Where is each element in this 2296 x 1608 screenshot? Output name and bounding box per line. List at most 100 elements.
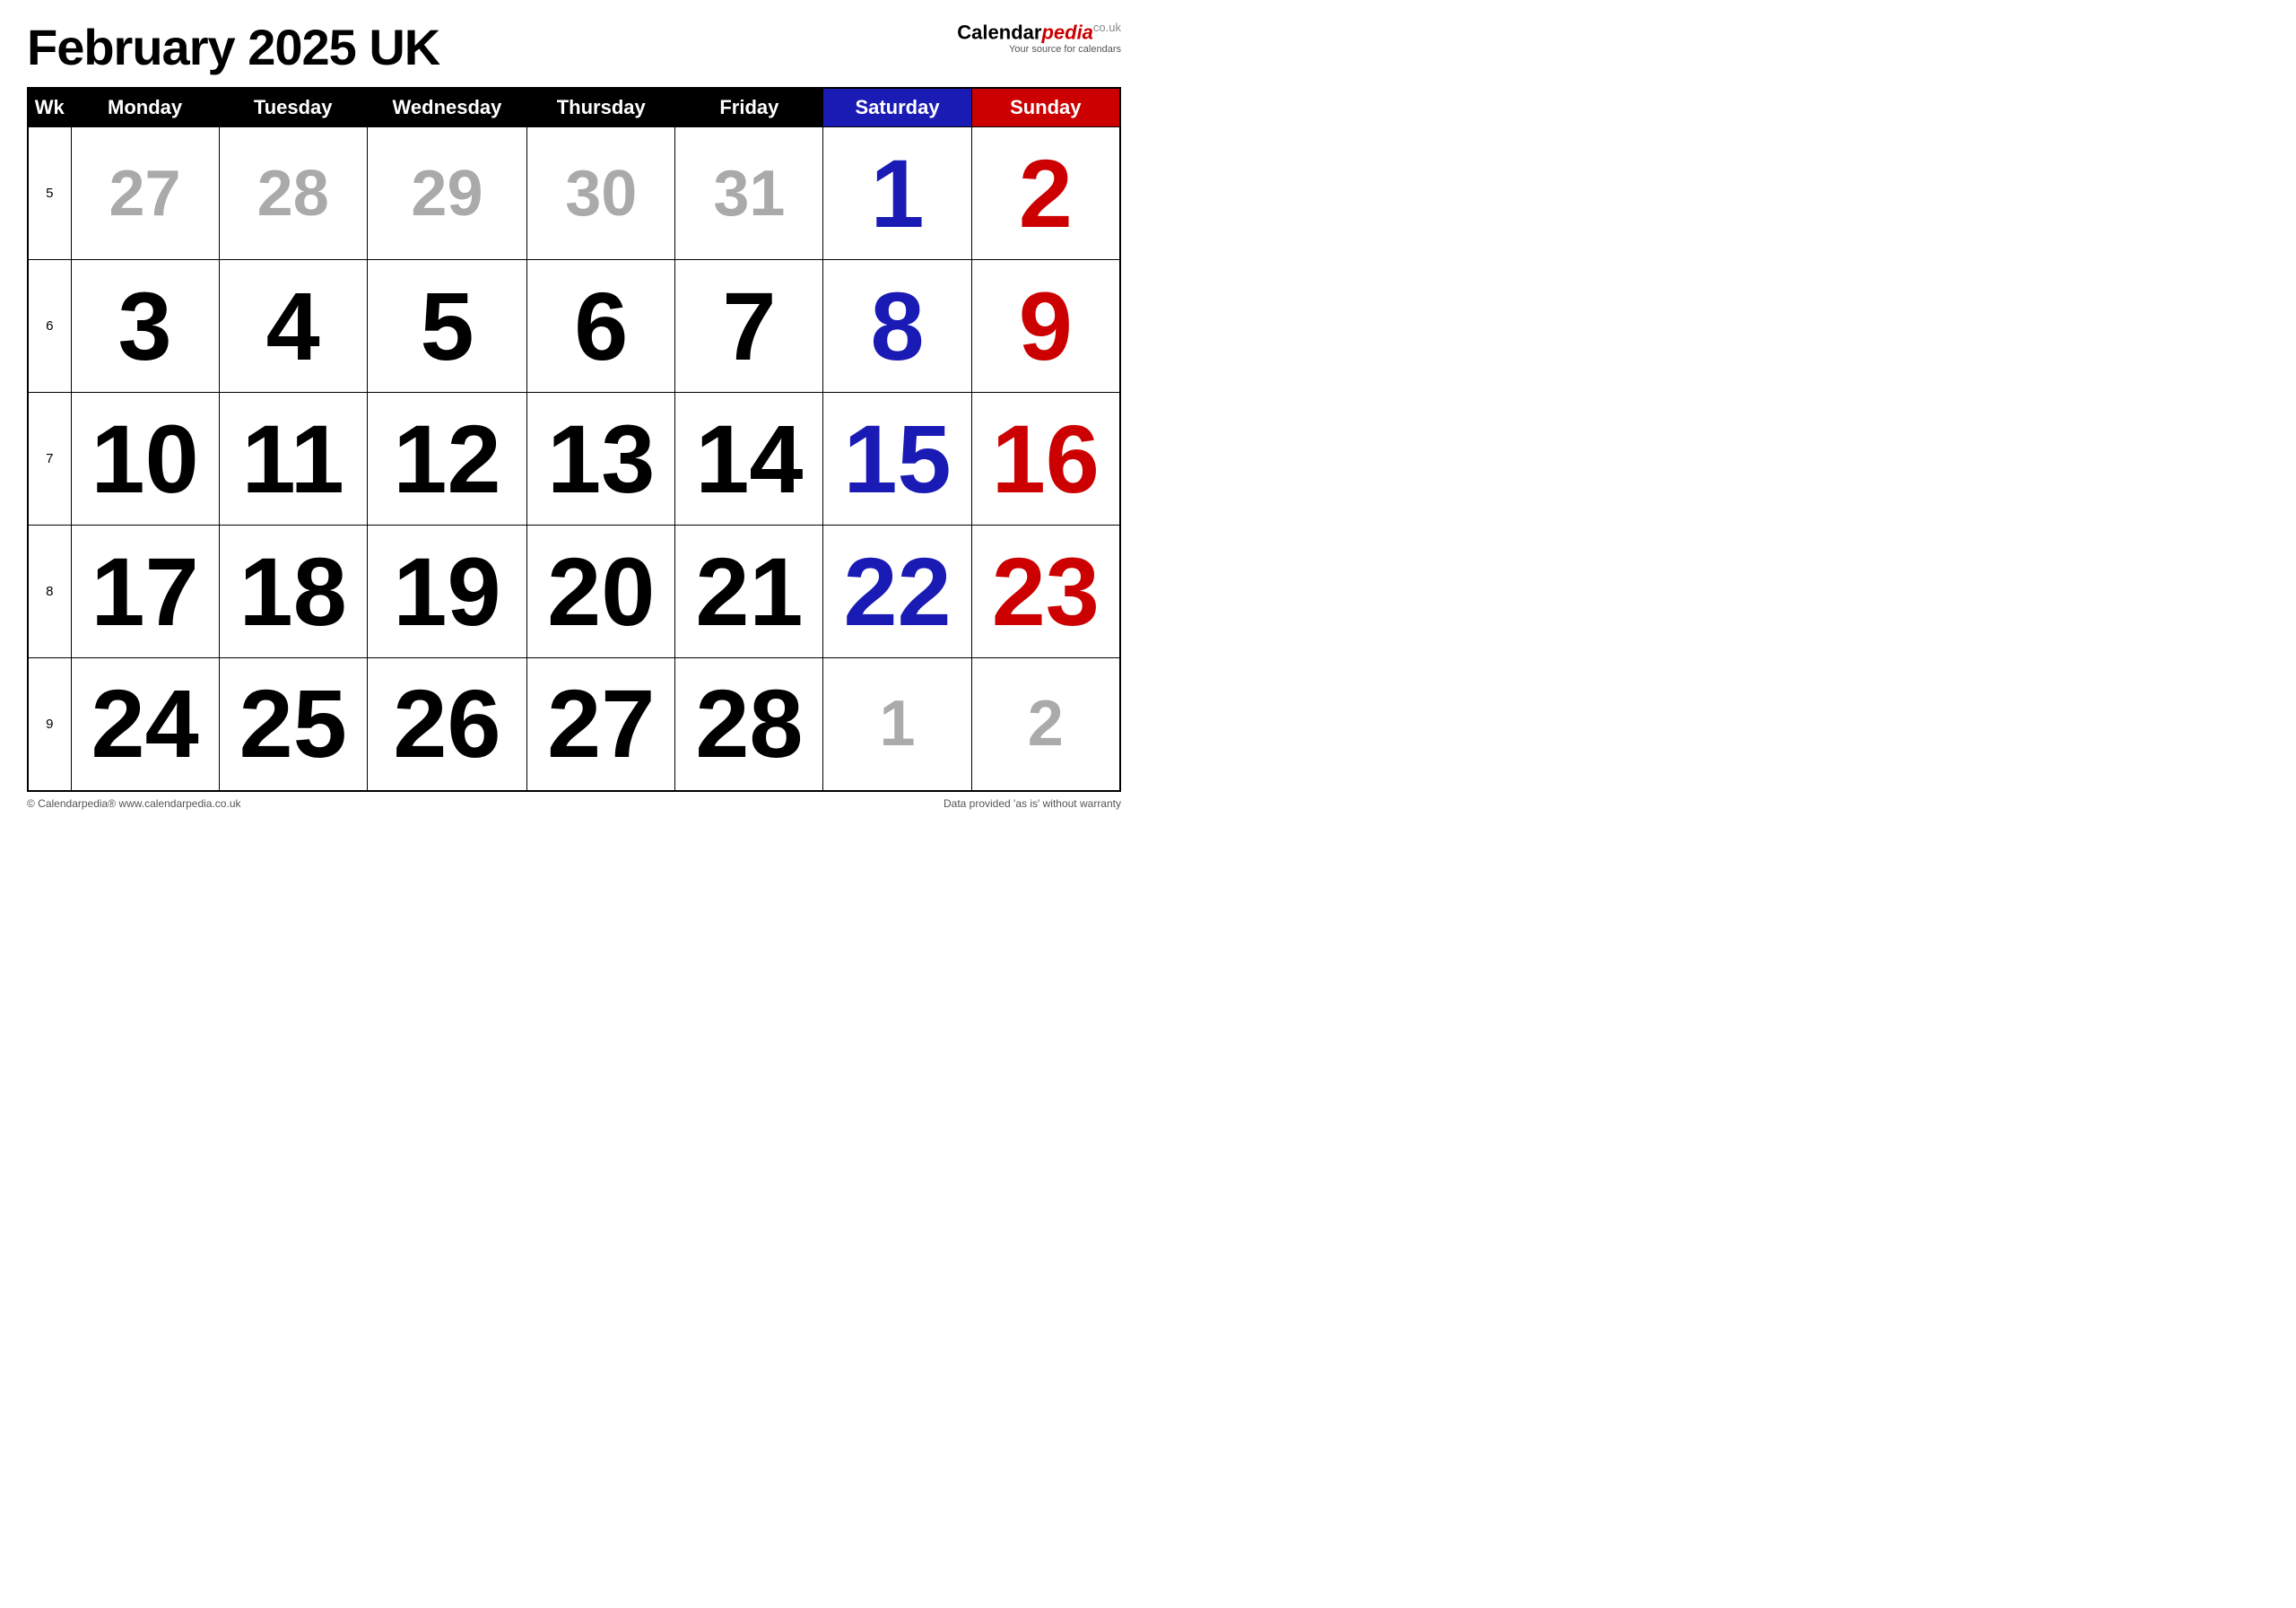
col-header-sunday: Sunday (971, 88, 1120, 127)
col-header-saturday: Saturday (823, 88, 971, 127)
day-cell: 10 (71, 393, 219, 526)
logo-tagline: Your source for calendars (1009, 44, 1121, 55)
day-cell: 18 (219, 526, 367, 658)
day-cell: 26 (367, 658, 526, 791)
day-cell: 23 (971, 526, 1120, 658)
day-cell: 31 (675, 127, 823, 260)
day-number: 3 (118, 272, 172, 380)
day-number: 18 (239, 537, 347, 646)
footer-right: Data provided 'as is' without warranty (944, 797, 1121, 810)
day-number: 11 (242, 404, 344, 513)
day-cell: 3 (71, 260, 219, 393)
day-number: 10 (91, 404, 199, 513)
page-header: February 2025 UK Calendarpediaco.uk Your… (27, 18, 1121, 76)
day-cell: 14 (675, 393, 823, 526)
day-number: 22 (843, 537, 951, 646)
day-number: 2 (1019, 139, 1073, 248)
day-number: 24 (91, 669, 199, 778)
week-number: 8 (28, 526, 71, 658)
week-number: 5 (28, 127, 71, 260)
day-number: 29 (411, 158, 483, 230)
week-row: 710 11 12 13 14 15 16 (28, 393, 1120, 526)
day-cell: 20 (527, 526, 675, 658)
week-number: 9 (28, 658, 71, 791)
day-number: 20 (547, 537, 655, 646)
col-header-wednesday: Wednesday (367, 88, 526, 127)
day-cell: 28 (675, 658, 823, 791)
day-number: 1 (870, 139, 924, 248)
day-number: 28 (257, 158, 329, 230)
day-number: 15 (843, 404, 951, 513)
day-number: 25 (239, 669, 347, 778)
col-header-friday: Friday (675, 88, 823, 127)
day-cell: 29 (367, 127, 526, 260)
day-cell: 16 (971, 393, 1120, 526)
calendar-table: Wk Monday Tuesday Wednesday Thursday Fri… (27, 87, 1121, 792)
day-number: 4 (266, 272, 320, 380)
day-number: 19 (393, 537, 500, 646)
day-cell: 6 (527, 260, 675, 393)
week-row: 63456789 (28, 260, 1120, 393)
day-number: 12 (393, 404, 500, 513)
day-cell: 9 (971, 260, 1120, 393)
day-cell: 7 (675, 260, 823, 393)
day-cell: 22 (823, 526, 971, 658)
week-number: 6 (28, 260, 71, 393)
day-number: 27 (547, 669, 655, 778)
header-row: Wk Monday Tuesday Wednesday Thursday Fri… (28, 88, 1120, 127)
day-number: 27 (109, 158, 181, 230)
col-header-monday: Monday (71, 88, 219, 127)
day-cell: 27 (71, 127, 219, 260)
day-number: 6 (574, 272, 628, 380)
day-number: 9 (1019, 272, 1073, 380)
day-number: 31 (713, 158, 785, 230)
week-row: 924 25 26 27 28 1 2 (28, 658, 1120, 791)
day-number: 7 (722, 272, 776, 380)
day-cell: 11 (219, 393, 367, 526)
day-number: 8 (870, 272, 924, 380)
day-cell: 13 (527, 393, 675, 526)
day-number: 1 (880, 688, 916, 760)
day-cell: 2 (971, 658, 1120, 791)
col-header-tuesday: Tuesday (219, 88, 367, 127)
day-cell: 25 (219, 658, 367, 791)
footer: © Calendarpedia® www.calendarpedia.co.uk… (27, 797, 1121, 810)
week-row: 5 27 28 29 30 31 12 (28, 127, 1120, 260)
day-number: 17 (91, 537, 199, 646)
day-number: 5 (420, 272, 474, 380)
logo-pedia: pedia (1041, 21, 1092, 43)
day-cell: 30 (527, 127, 675, 260)
logo-area: Calendarpediaco.uk Your source for calen… (957, 18, 1121, 55)
day-number: 2 (1028, 688, 1064, 760)
day-cell: 2 (971, 127, 1120, 260)
day-cell: 1 (823, 658, 971, 791)
day-cell: 12 (367, 393, 526, 526)
col-header-thursday: Thursday (527, 88, 675, 127)
logo-calendar: Calendar (957, 21, 1041, 43)
day-number: 21 (695, 537, 803, 646)
day-number: 23 (992, 537, 1100, 646)
day-cell: 17 (71, 526, 219, 658)
week-row: 817 18 19 20 21 22 23 (28, 526, 1120, 658)
day-cell: 5 (367, 260, 526, 393)
logo-couk: co.uk (1093, 21, 1121, 34)
day-cell: 4 (219, 260, 367, 393)
day-cell: 21 (675, 526, 823, 658)
footer-left: © Calendarpedia® www.calendarpedia.co.uk (27, 797, 241, 810)
col-header-wk: Wk (28, 88, 71, 127)
logo-text: Calendarpediaco.uk (957, 22, 1121, 42)
day-cell: 19 (367, 526, 526, 658)
day-number: 14 (695, 404, 803, 513)
day-number: 16 (992, 404, 1100, 513)
day-number: 26 (393, 669, 500, 778)
day-cell: 28 (219, 127, 367, 260)
day-cell: 1 (823, 127, 971, 260)
day-cell: 24 (71, 658, 219, 791)
day-number: 13 (547, 404, 655, 513)
day-number: 30 (565, 158, 637, 230)
day-cell: 27 (527, 658, 675, 791)
week-number: 7 (28, 393, 71, 526)
page-title: February 2025 UK (27, 18, 439, 76)
day-number: 28 (695, 669, 803, 778)
day-cell: 8 (823, 260, 971, 393)
